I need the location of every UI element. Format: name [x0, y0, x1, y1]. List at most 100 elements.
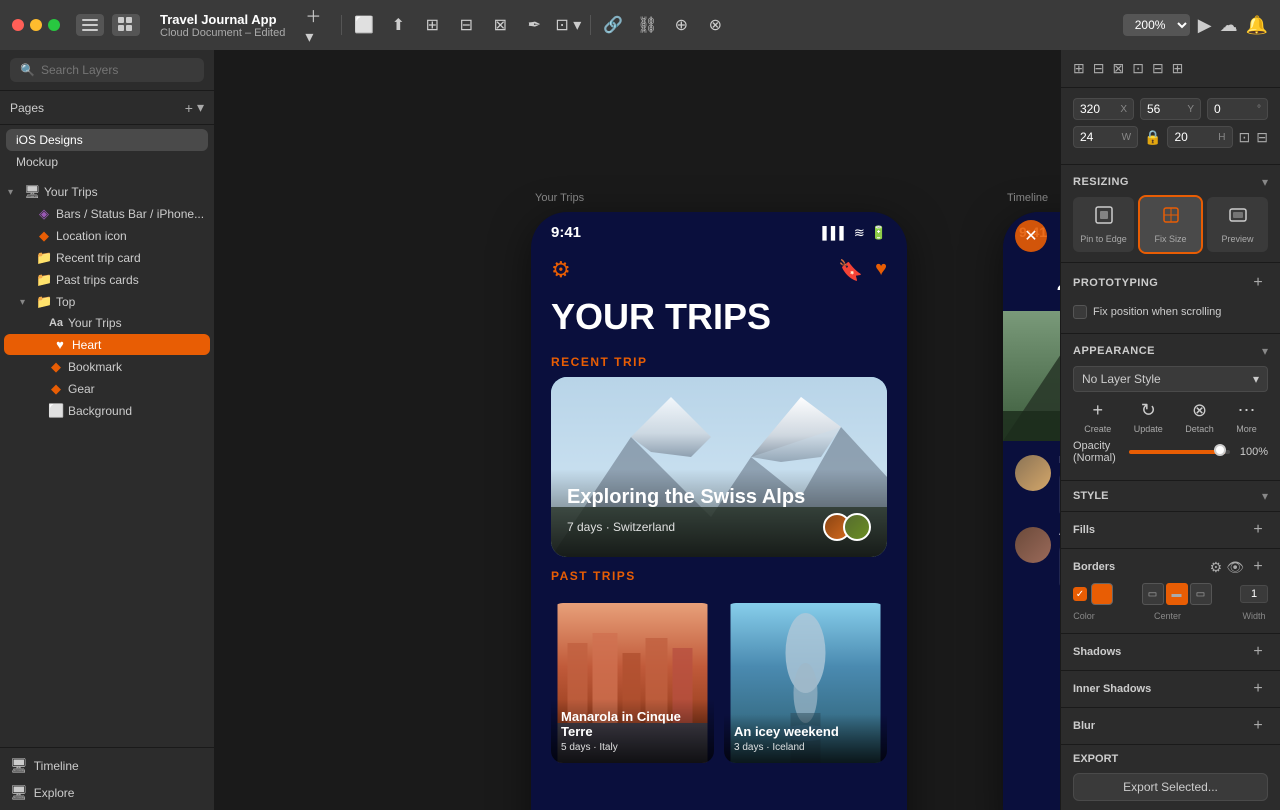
nav-item-explore[interactable]: 🖥 Explore: [0, 779, 214, 806]
cloud-button[interactable]: ☁: [1220, 15, 1238, 36]
align-right-icon[interactable]: ⊠: [1110, 58, 1126, 79]
chevron-down-icon[interactable]: ▾: [197, 99, 204, 116]
y-field[interactable]: 56 Y: [1140, 98, 1201, 120]
fix-size-button[interactable]: Fix Size: [1140, 197, 1201, 252]
layer-style-select[interactable]: No Layer Style ▾: [1073, 366, 1268, 392]
link-tool[interactable]: 🔗: [599, 13, 627, 37]
h-value: 20: [1174, 130, 1187, 144]
heart-icon[interactable]: ♥: [875, 258, 887, 283]
border-checkbox[interactable]: ✓: [1073, 587, 1087, 601]
nav-item-timeline[interactable]: 🖥 Timeline: [0, 752, 214, 779]
mask-tool[interactable]: ⊟: [452, 13, 480, 37]
flip-icon[interactable]: ⊟: [1256, 129, 1268, 146]
fix-position-checkbox[interactable]: [1073, 305, 1087, 319]
folder-icon: 📁: [36, 272, 52, 288]
link2-tool[interactable]: ⛓: [633, 13, 661, 37]
recent-trip-card[interactable]: Exploring the Swiss Alps 7 days · Switze…: [551, 377, 887, 557]
past-card-1[interactable]: Manarola in Cinque Terre 5 days · Italy: [551, 603, 714, 763]
play-button[interactable]: ▶: [1198, 15, 1212, 36]
pin-to-edge-button[interactable]: Pin to Edge: [1073, 197, 1134, 252]
layer-location-icon[interactable]: ◆ Location icon: [0, 225, 214, 247]
layer-recent-trip-card[interactable]: 📁 Recent trip card: [0, 247, 214, 269]
minimize-button[interactable]: [30, 19, 42, 31]
path-tool[interactable]: ✒: [520, 13, 548, 37]
pages-actions[interactable]: + ▾: [185, 99, 204, 116]
align-center-v-icon[interactable]: ⊟: [1150, 58, 1166, 79]
create-style-button[interactable]: + Create: [1084, 400, 1111, 434]
upload-tool[interactable]: ⬆: [384, 13, 412, 37]
page-item-mockup[interactable]: Mockup: [6, 151, 208, 173]
border-width-input[interactable]: 1: [1240, 585, 1268, 603]
align-left-icon[interactable]: ⊞: [1071, 58, 1087, 79]
layer-status-bar[interactable]: ◈ Bars / Status Bar / iPhone...: [0, 203, 214, 225]
more-style-button[interactable]: ⋯ More: [1236, 400, 1257, 434]
resize-tool[interactable]: ⊡ ▾: [554, 13, 582, 37]
canvas[interactable]: Your Trips Timeline 9:41 ▌▌▌ ≋ 🔋 ⚙ 🔖 ♥: [215, 50, 1060, 810]
layer-top[interactable]: ▾ 📁 Top: [0, 291, 214, 313]
gear-icon[interactable]: ⚙: [551, 257, 571, 283]
style-toggle[interactable]: ▾: [1262, 489, 1268, 503]
add-button[interactable]: ＋ ▾: [305, 13, 333, 37]
update-style-button[interactable]: ↻ Update: [1134, 400, 1163, 434]
scale-icon[interactable]: ⊡: [1239, 129, 1251, 146]
fills-label: Fills: [1073, 524, 1095, 536]
distribute-tool[interactable]: ⊞: [418, 13, 446, 37]
align-top-icon[interactable]: ⊡: [1130, 58, 1146, 79]
resizing-toggle[interactable]: ▾: [1262, 175, 1268, 189]
close-button[interactable]: [12, 19, 24, 31]
layer-background[interactable]: ⬜ Background: [0, 400, 214, 422]
add-prototype-button[interactable]: +: [1248, 273, 1268, 293]
opacity-slider[interactable]: [1129, 450, 1230, 454]
grid-toggle-button[interactable]: [112, 14, 140, 36]
export-selected-button[interactable]: Export Selected...: [1073, 773, 1268, 801]
x-field[interactable]: 320 X: [1073, 98, 1134, 120]
h-field[interactable]: 20 H: [1167, 126, 1232, 148]
border-center-button[interactable]: ▬: [1166, 583, 1188, 605]
add-fill-button[interactable]: +: [1248, 520, 1268, 540]
border-settings-icon[interactable]: ⚙: [1210, 559, 1223, 576]
recent-trip-label: RECENT TRIP: [531, 343, 907, 377]
layer-gear[interactable]: ◆ Gear: [0, 378, 214, 400]
component-tool[interactable]: ⊕: [667, 13, 695, 37]
notification-button[interactable]: 🔔: [1246, 15, 1268, 36]
add-border-button[interactable]: +: [1248, 557, 1268, 577]
add-inner-shadow-button[interactable]: +: [1248, 679, 1268, 699]
prototyping-title: PROTOTYPING: [1073, 277, 1158, 289]
zoom-select[interactable]: 200% 100% 50%: [1123, 14, 1190, 36]
bookmark-icon[interactable]: 🔖: [838, 258, 863, 283]
appearance-toggle[interactable]: ▾: [1262, 344, 1268, 358]
add-shadow-button[interactable]: +: [1248, 642, 1268, 662]
border-inside-button[interactable]: ▭: [1142, 583, 1164, 605]
sidebar-toggle-button[interactable]: [76, 14, 104, 36]
frame-tool[interactable]: ⬜: [350, 13, 378, 37]
search-layers-input[interactable]: [41, 63, 194, 77]
timeline-close-button[interactable]: ✕: [1015, 220, 1047, 252]
layer-heart[interactable]: ♥ Heart: [4, 334, 210, 355]
transform-tool[interactable]: ⊠: [486, 13, 514, 37]
search-input-wrapper[interactable]: 🔍: [10, 58, 204, 82]
layer-bookmark[interactable]: ◆ Bookmark: [0, 356, 214, 378]
preview-button[interactable]: Preview: [1207, 197, 1268, 252]
create-label: Create: [1084, 424, 1111, 434]
page-item-ios-designs[interactable]: iOS Designs: [6, 129, 208, 151]
border-eye-icon[interactable]: 👁: [1226, 559, 1244, 576]
border-outside-button[interactable]: ▭: [1190, 583, 1212, 605]
folder-icon: 📁: [36, 294, 52, 310]
lock-icon[interactable]: 🔒: [1144, 129, 1161, 146]
more-tool[interactable]: ⊗: [701, 13, 729, 37]
detach-style-button[interactable]: ⊗ Detach: [1185, 400, 1214, 434]
layer-your-trips-text[interactable]: Aa Your Trips: [0, 313, 214, 333]
past-card-2[interactable]: An icey weekend 3 days · Iceland: [724, 603, 887, 763]
add-blur-button[interactable]: +: [1248, 716, 1268, 736]
border-color-swatch[interactable]: [1091, 583, 1113, 605]
layer-your-trips[interactable]: ▾ 🖥 Your Trips: [0, 181, 214, 203]
fullscreen-button[interactable]: [48, 19, 60, 31]
layer-past-trips-cards[interactable]: 📁 Past trips cards: [0, 269, 214, 291]
phone-status-icons: ▌▌▌ ≋ 🔋: [822, 225, 887, 241]
angle-field[interactable]: 0 °: [1207, 98, 1268, 120]
add-page-icon[interactable]: +: [185, 100, 193, 116]
w-field[interactable]: 24 W: [1073, 126, 1138, 148]
align-center-h-icon[interactable]: ⊟: [1091, 58, 1107, 79]
align-bottom-icon[interactable]: ⊞: [1170, 58, 1186, 79]
export-header: EXPORT: [1073, 753, 1268, 765]
